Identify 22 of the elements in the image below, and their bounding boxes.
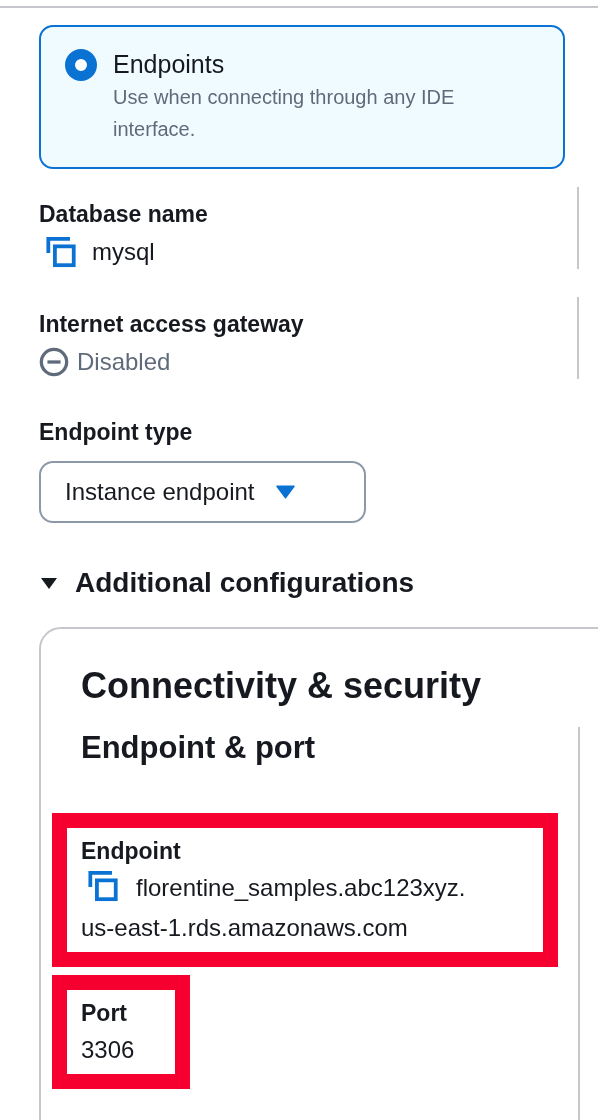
field-value: 3306: [81, 1035, 136, 1065]
radio-option-card[interactable]: Endpoints Use when connecting through any IDE interface.: [39, 25, 565, 169]
expander-toggle[interactable]: Additional configurations: [39, 567, 415, 599]
field-label: Internet access gateway: [39, 310, 304, 339]
option-label: Endpoints: [113, 49, 226, 80]
field-label: Port: [81, 1000, 127, 1026]
endpoint-type-dropdown[interactable]: Instance endpoint: [39, 461, 366, 523]
field-label: Endpoint type: [39, 418, 194, 447]
field-value: mysql: [92, 237, 155, 267]
option-description: Use when connecting through any IDE interface.: [113, 85, 456, 142]
caret-icon: [276, 485, 296, 499]
copy-icon[interactable]: [45, 236, 78, 268]
copy-icon[interactable]: [87, 870, 120, 902]
radio-button[interactable]: [65, 49, 97, 81]
field-label: Endpoint: [81, 838, 181, 864]
caret-icon: [41, 575, 57, 591]
minus-circle-icon: [39, 347, 69, 377]
field-value: Disabled: [77, 347, 171, 377]
section-title: Connectivity & security: [81, 664, 483, 708]
field-label: Database name: [39, 200, 208, 229]
field-value: florentine_samples.abc123xyz. us-east-1.rds.amazonaws.com: [81, 868, 533, 948]
section-subtitle: Endpoint & port: [81, 729, 317, 767]
